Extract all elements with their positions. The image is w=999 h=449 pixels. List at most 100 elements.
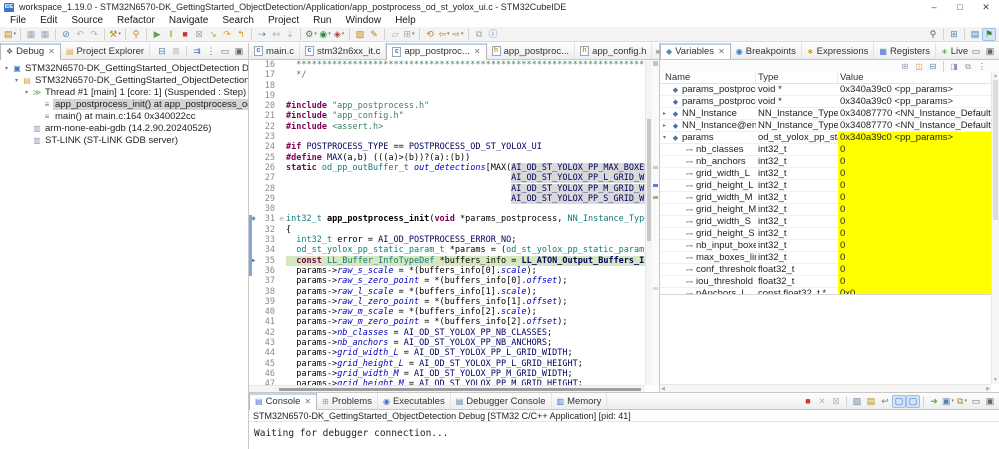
undo-icon[interactable]: ↶ <box>73 28 87 41</box>
overview-annotation[interactable] <box>653 196 658 199</box>
code-line[interactable]: 30 <box>249 204 645 214</box>
pin-view-icon[interactable]: ◨ <box>947 61 961 72</box>
new-file-icon[interactable]: ▤▾ <box>3 28 17 41</box>
display-console-icon[interactable]: ▣▾ <box>941 395 955 408</box>
collapse-all-icon[interactable]: ⊟ <box>926 61 940 72</box>
code-line[interactable]: 44 params->grid_width_L = AI_OD_ST_YOLOX… <box>249 348 645 358</box>
overview-annotation[interactable] <box>653 184 658 187</box>
search-pencil-icon[interactable]: ✎ <box>367 28 381 41</box>
disconnect-icon[interactable]: ⊠ <box>192 28 206 41</box>
editor-horizontal-scrollbar[interactable] <box>249 385 645 392</box>
code-line[interactable]: ▶35 const LL_Buffer_InfoTypeDef *buffers… <box>249 256 645 266</box>
variable-row[interactable]: ⊶conf_thresholdfloat32_t0 <box>660 264 999 276</box>
debug-perspective-icon[interactable]: ⚑ <box>982 28 996 41</box>
debug-tree-row[interactable]: ▾▤STM32N6570-DK_GettingStarted_ObjectDet… <box>0 74 248 86</box>
code-line[interactable]: 43 params->nb_anchors = AI_OD_ST_YOLOX_P… <box>249 338 645 348</box>
editor-tab-app-config-h[interactable]: happ_config.h <box>575 43 652 59</box>
tree-expander-icon[interactable]: ▾ <box>2 65 11 72</box>
overview-annotation[interactable] <box>653 166 658 169</box>
dropdown-arrow-icon[interactable]: ▾ <box>14 28 17 41</box>
menu-run[interactable]: Run <box>306 15 338 26</box>
show-stderr-icon[interactable]: ▢ <box>906 395 920 408</box>
menu-project[interactable]: Project <box>261 15 306 26</box>
console-output[interactable]: Waiting for debugger connection... <box>249 422 999 439</box>
debug-tree-row[interactable]: ≡app_postprocess_init() at app_postproce… <box>0 98 248 110</box>
variable-row[interactable]: ⊶iou_thresholdfloat32_t0 <box>660 276 999 288</box>
clear-console-icon[interactable]: ▨ <box>850 395 864 408</box>
code-line[interactable]: 33 int32_t error = AI_OD_POSTPROCESS_ERR… <box>249 235 645 245</box>
maximize-icon[interactable]: ▣ <box>983 395 997 408</box>
open-element-icon[interactable]: ▧ <box>353 28 367 41</box>
resume-icon[interactable]: ▶ <box>150 28 164 41</box>
close-button[interactable]: ✕ <box>973 0 999 14</box>
code-line[interactable]: 40 params->raw_m_scale = *(buffers_info[… <box>249 307 645 317</box>
debug-tree-row[interactable]: ▾≫Thread #1 [main] 1 [core: 1] (Suspende… <box>0 86 248 98</box>
dropdown-arrow-icon[interactable]: ▾ <box>314 28 317 41</box>
variable-row[interactable]: ⊶grid_height_Lint32_t0 <box>660 180 999 192</box>
word-wrap-icon[interactable]: ↩ <box>878 395 892 408</box>
dropdown-arrow-icon[interactable]: ▾ <box>951 395 954 408</box>
editor-tab-app-postproc-[interactable]: capp_postproc...✕ <box>386 43 486 60</box>
remove-all-icon[interactable]: ⊠ <box>169 45 183 58</box>
step-into-icon[interactable]: ↘ <box>206 28 220 41</box>
code-line[interactable]: 46 params->grid_width_M = AI_OD_ST_YOLOX… <box>249 369 645 379</box>
menu-edit[interactable]: Edit <box>33 15 64 26</box>
minimize-icon[interactable]: ▭ <box>969 395 983 408</box>
close-icon[interactable]: ✕ <box>474 47 481 56</box>
external-tools-icon[interactable]: ◈▾ <box>332 28 346 41</box>
new-view-icon[interactable]: ⧉ <box>961 61 975 72</box>
code-line[interactable]: 28 AI_OD_ST_YOLOX_PP_M_GRID_WIDTH * AI <box>249 184 645 194</box>
tree-expander-icon[interactable]: ▸ <box>660 110 669 117</box>
open-perspective-icon[interactable]: ⊞ <box>947 28 961 41</box>
debug-tree-row[interactable]: ≡main() at main.c:164 0x340022cc <box>0 110 248 122</box>
editor-tab-app-postproc-[interactable]: happ_postproc... <box>487 43 576 59</box>
code-line[interactable]: 24#if POSTPROCESS_TYPE == POSTPROCESS_OD… <box>249 142 645 152</box>
console-tab-console[interactable]: ▤Console✕ <box>249 393 317 410</box>
last-edit-location-icon[interactable]: ⟲ <box>423 28 437 41</box>
tree-expander-icon[interactable]: ▸ <box>660 122 669 129</box>
step-filters-icon[interactable]: ⇣ <box>283 28 297 41</box>
code-line[interactable]: 25#define MAX(a,b) (((a)>(b))?(a):(b)) <box>249 153 645 163</box>
remove-launch-icon[interactable]: ✕ <box>815 395 829 408</box>
code-line[interactable]: ◉31⊖int32_t app_postprocess_init(void *p… <box>249 214 645 224</box>
minimize-button[interactable]: – <box>921 0 947 14</box>
code-line[interactable]: 32{ <box>249 225 645 235</box>
build-icon[interactable]: ⚒▾ <box>108 28 122 41</box>
fold-marker-icon[interactable]: ⊖ <box>277 214 286 224</box>
variable-row[interactable]: ⊶grid_height_Sint32_t0 <box>660 228 999 240</box>
minimize-icon[interactable]: ▭ <box>218 45 232 58</box>
scroll-up-arrow[interactable]: ▲ <box>993 73 998 79</box>
column-header-value[interactable]: Value <box>838 72 999 83</box>
show-type-names-icon[interactable]: ⊞ <box>898 61 912 72</box>
scrollbar-thumb[interactable] <box>647 119 651 241</box>
menu-source[interactable]: Source <box>64 15 110 26</box>
code-line[interactable]: 21#include "app_config.h" <box>249 111 645 121</box>
variable-row[interactable]: ▸◆NN_InstanceNN_Instance_TypeDef *0x3408… <box>660 108 999 120</box>
run-icon[interactable]: ◉▾ <box>318 28 332 41</box>
debug-tree-row[interactable]: ▾▣STM32N6570-DK_GettingStarted_ObjectDet… <box>0 62 248 74</box>
save-icon[interactable]: ▦ <box>24 28 38 41</box>
menu-help[interactable]: Help <box>388 15 423 26</box>
variable-row[interactable]: ⊶grid_width_Mint32_t0 <box>660 192 999 204</box>
variables-vertical-scrollbar[interactable]: ▲ ▼ <box>991 72 999 384</box>
redo-icon[interactable]: ↷ <box>87 28 101 41</box>
close-icon[interactable]: ✕ <box>304 397 311 406</box>
code-line[interactable]: 27 AI_OD_ST_YOLOX_PP_L_GRID_WIDTH * AI <box>249 173 645 183</box>
dropdown-arrow-icon[interactable]: ▾ <box>118 28 121 41</box>
show-logical-structures-icon[interactable]: ◫ <box>912 61 926 72</box>
menu-search[interactable]: Search <box>215 15 261 26</box>
drop-to-frame-icon[interactable]: ↤ <box>269 28 283 41</box>
mark-occurrences-icon[interactable]: ▱ <box>388 28 402 41</box>
variable-row[interactable]: ▾◆paramsod_st_yolox_pp_static_param_t *0… <box>660 132 999 144</box>
suspend-icon[interactable]: ‖ <box>164 28 178 41</box>
terminate-icon[interactable]: ■ <box>801 395 815 408</box>
view-menu-icon[interactable]: ⋮ <box>204 45 218 58</box>
scroll-left-arrow[interactable]: ◀ <box>661 386 665 392</box>
save-all-icon[interactable]: ▦ <box>38 28 52 41</box>
code-line[interactable]: 29 AI_OD_ST_YOLOX_PP_S_GRID_WIDTH * AI <box>249 194 645 204</box>
code-line[interactable]: 41 params->raw_m_zero_point = *(buffers_… <box>249 317 645 327</box>
variable-row[interactable]: ⊶grid_height_Mint32_t0 <box>660 204 999 216</box>
code-line[interactable]: 38 params->raw_l_scale = *(buffers_info[… <box>249 287 645 297</box>
tree-expander-icon[interactable]: ▾ <box>12 77 21 84</box>
console-tab-debugger-console[interactable]: ▤Debugger Console <box>451 393 552 409</box>
